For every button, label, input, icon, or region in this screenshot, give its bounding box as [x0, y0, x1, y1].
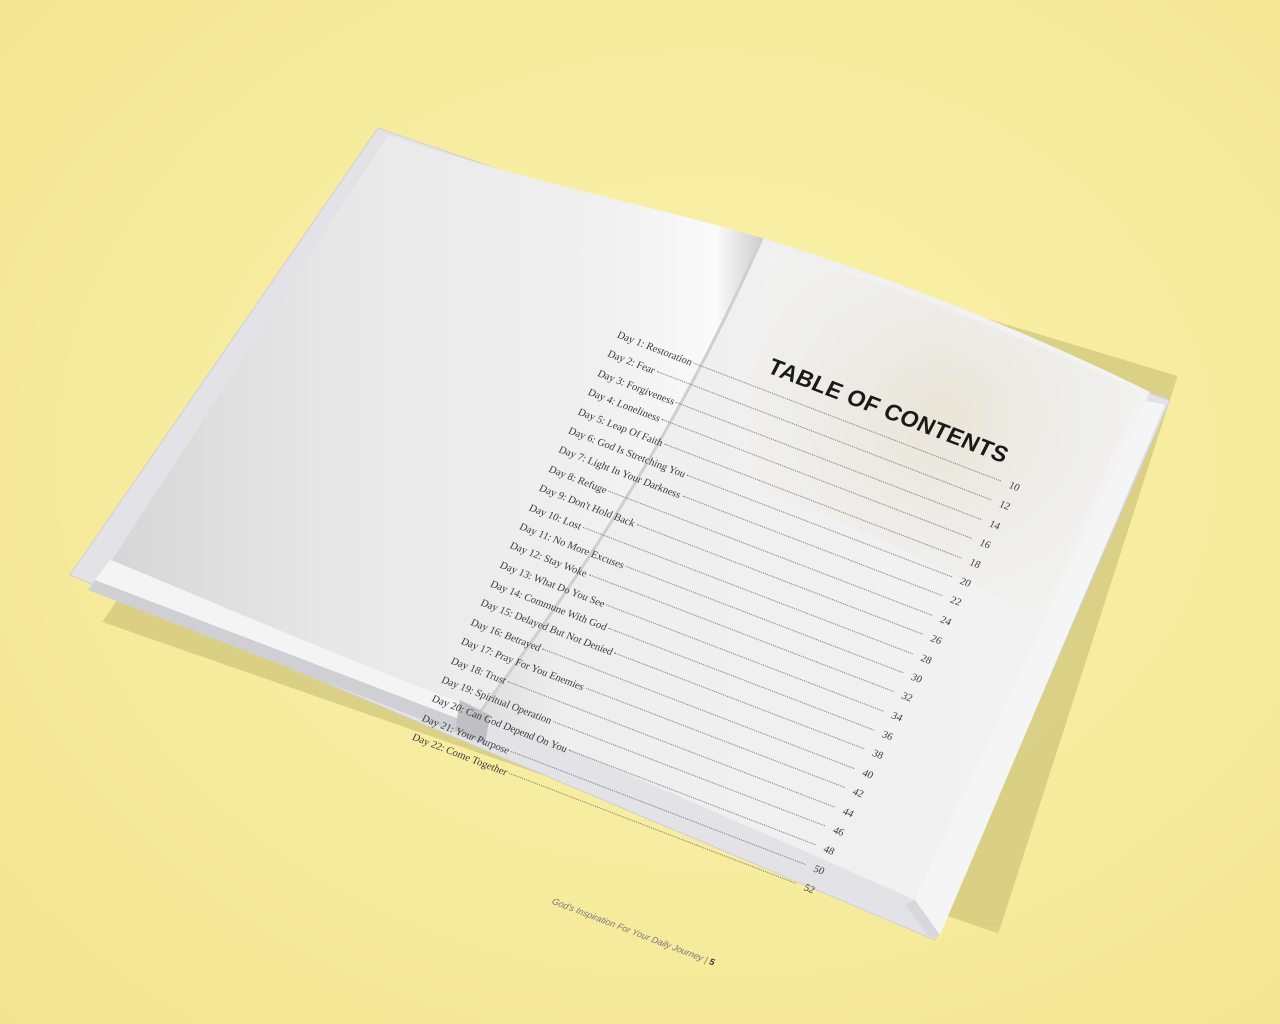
product-mockup-scene: TABLE OF CONTENTS Day 1: Restoration 10 Da…: [0, 0, 1280, 1024]
